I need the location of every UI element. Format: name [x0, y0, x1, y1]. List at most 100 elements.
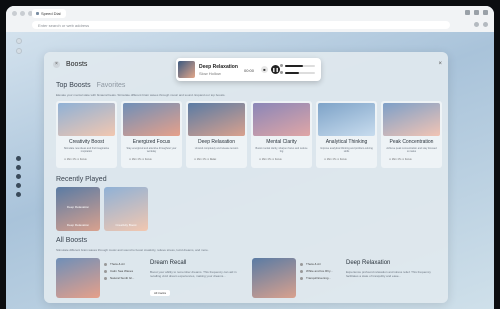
sidebar-downloads-icon[interactable] [16, 183, 21, 188]
track-item[interactable]: Theta & Air [104, 262, 134, 266]
boost-card-name: Creativity Boost [68, 139, 104, 145]
track-icon [300, 262, 303, 266]
now-playing-time: 00:00 [244, 68, 255, 73]
boost-card[interactable]: Energized Focus Stay energized and attent… [121, 101, 182, 168]
volume-slider-1-fill [285, 65, 303, 67]
sidebar-top [16, 38, 22, 54]
track-icon [300, 276, 303, 280]
track-item[interactable]: White and Ice Rhy... [300, 269, 333, 273]
window-toolbar-icons [465, 10, 488, 15]
track-icon [300, 269, 303, 273]
boost-card-name: Mental Clarity [266, 139, 297, 145]
sidebar-history-icon[interactable] [16, 165, 21, 170]
volume-icon [280, 64, 283, 67]
track-item[interactable]: Theta & Air [300, 262, 333, 266]
downloads-icon[interactable] [474, 10, 479, 15]
recent-card-label: Deep Relaxation [66, 223, 90, 227]
boost-card-description: Improve analytical thinking and problem-… [320, 147, 373, 153]
all-boost-image[interactable] [252, 258, 296, 298]
boost-card-name: Deep Relaxation [198, 139, 235, 145]
boost-card-description: Achieve peak concentration and stay focu… [386, 147, 437, 153]
profile-icon[interactable] [483, 22, 488, 27]
boost-card-meta: ⊙ 16m 17s ⊙ Focus [324, 158, 347, 161]
boost-card[interactable]: Creativity Boost Stimulate new ideas and … [56, 101, 117, 168]
bookmark-icon[interactable] [474, 22, 479, 27]
recent-card-label: Creativity Boost [115, 223, 137, 227]
stop-button[interactable]: ■ [261, 66, 268, 73]
sidebar-app-icon[interactable] [16, 38, 22, 44]
all-boosts-row: Theta & Air Calm Sea Waves Natural Sunlit … [56, 256, 450, 303]
boost-card-name: Energized Focus [132, 139, 171, 145]
boost-card-image [383, 103, 440, 136]
track-label: Natural Sunlit Gl... [110, 276, 135, 280]
boost-card[interactable]: Mental Clarity Boost mental clarity, shar… [251, 101, 312, 168]
address-bar-icons [474, 22, 488, 27]
boost-card[interactable]: Peak Concentration Achieve peak concentra… [381, 101, 442, 168]
tab-label: Speed Dial [41, 11, 61, 16]
all-boost-description: Boost your ability to remember dreams. T… [150, 270, 237, 278]
track-label: Theta & Air [306, 262, 321, 266]
all-boosts-title: All Boosts [56, 237, 88, 244]
boost-card-image [253, 103, 310, 136]
menu-icon[interactable] [483, 10, 488, 15]
panel-close-button[interactable]: × [53, 61, 60, 68]
track-item[interactable]: Natural Sunlit Gl... [104, 276, 134, 280]
all-tracks-button[interactable]: All tracks [150, 290, 171, 296]
recent-card[interactable]: Creativity Boost [104, 187, 148, 231]
close-window-icon[interactable] [12, 11, 17, 16]
top-boosts-row: Creativity Boost Stimulate new ideas and … [56, 101, 442, 168]
pause-button[interactable]: ❚❚ [271, 65, 280, 74]
boost-card-description: Stimulate new ideas and find imaginative… [63, 147, 110, 153]
volume-slider-2[interactable] [285, 72, 315, 74]
tab-speed-dial[interactable]: Speed Dial [32, 9, 66, 18]
track-label: Tranquil Evening... [306, 276, 331, 280]
tab-top-boosts[interactable]: Top Boosts [56, 82, 91, 89]
tab-favorites[interactable]: Favorites [97, 82, 126, 89]
now-playing-artwork [178, 61, 195, 78]
recently-played-row: Deep Relaxation Deep Relaxation Creativity… [56, 187, 148, 231]
all-boost-track-list: Theta & Air White and Ice Rhy... Tranquil … [300, 262, 333, 283]
address-placeholder: Enter search or web address [38, 22, 90, 28]
track-label: White and Ice Rhy... [306, 269, 333, 273]
boost-card-meta: ⊙ 16m 17s ⊙ Focus [389, 158, 412, 161]
now-playing-widget: Deep Relaxation Slow Hollow 00:00 ■ ❚❚ [176, 58, 321, 81]
all-boost-description: Experience profound relaxation and stres… [346, 270, 431, 278]
boost-card-description: Boost mental clarity, sharpen focus and … [255, 147, 308, 153]
recent-card-center-label: Deep Relaxation [66, 205, 90, 209]
recent-card[interactable]: Deep Relaxation Deep Relaxation [56, 187, 100, 231]
volume-slider-1[interactable] [285, 65, 315, 67]
sidebar-panel-icons [16, 156, 21, 197]
boost-card-meta: ⊙ 16m 17s ⊙ Focus [64, 158, 87, 161]
sidebar-settings-icon[interactable] [16, 156, 21, 161]
boost-tabs: Top Boosts Favorites [56, 82, 125, 89]
boost-card-meta: ⊙ 16m 17s ⊙ Focus [259, 158, 282, 161]
now-playing-title: Deep Relaxation [199, 64, 238, 70]
track-icon [104, 269, 107, 273]
all-boosts-description: Stimulate different brain waves through … [56, 248, 209, 252]
boost-card-image [188, 103, 245, 136]
boost-card-meta: ⊙ 16m 17s ⊙ Focus [129, 158, 152, 161]
panel-dismiss-icon[interactable]: × [438, 61, 442, 67]
panel-title: Boosts [66, 61, 88, 68]
title-bar: Speed Dial Enter search or web address [6, 6, 494, 32]
boost-card-image [123, 103, 180, 136]
track-label: Theta & Air [110, 262, 125, 266]
sidebar-notes-icon[interactable] [16, 174, 21, 179]
sidebar-app-icon-2[interactable] [16, 48, 22, 54]
track-item[interactable]: Calm Sea Waves [104, 269, 134, 273]
boost-card-image [58, 103, 115, 136]
volume-slider-2-fill [285, 72, 299, 74]
all-boost-image[interactable] [56, 258, 100, 298]
recently-played-title: Recently Played [56, 176, 107, 183]
boost-card-name: Peak Concentration [389, 139, 434, 145]
minimize-window-icon[interactable] [20, 11, 25, 16]
sidebar-boosts-icon[interactable] [16, 192, 21, 197]
boost-card[interactable]: Analytical Thinking Improve analytical th… [316, 101, 377, 168]
extensions-icon[interactable] [465, 10, 470, 15]
track-item[interactable]: Tranquil Evening... [300, 276, 333, 280]
address-bar[interactable]: Enter search or web address [32, 21, 450, 29]
boost-card-description: Unwind completely and release tension [194, 147, 239, 150]
boost-card[interactable]: Deep Relaxation Unwind completely and rel… [186, 101, 247, 168]
track-label: Calm Sea Waves [110, 269, 134, 273]
volume-icon-2 [280, 71, 283, 74]
